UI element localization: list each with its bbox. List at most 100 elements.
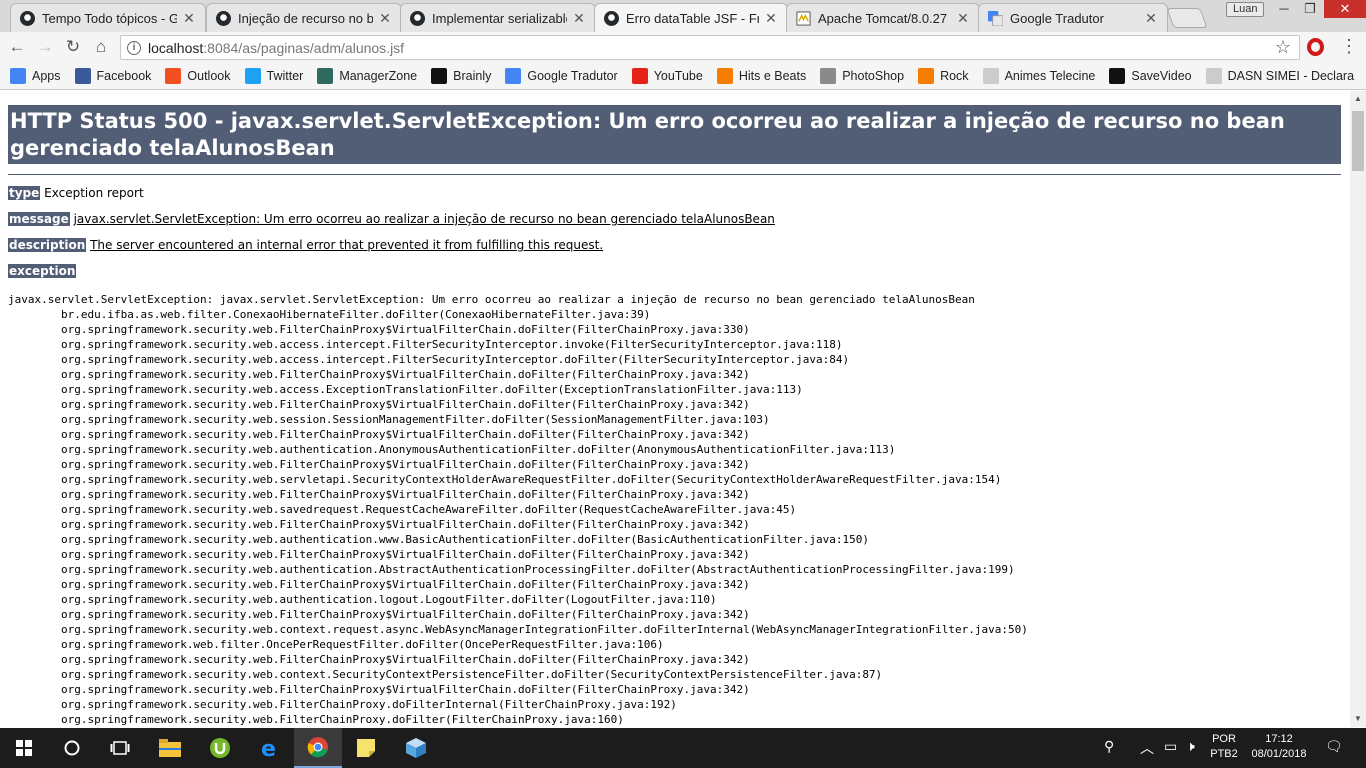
edge-button[interactable]: e [246, 728, 294, 768]
stack-trace-line: br.edu.ifba.as.web.filter.ConexaoHiberna… [8, 308, 651, 321]
bookmark-youtube[interactable]: YouTube [631, 67, 703, 84]
stack-trace-line: org.springframework.security.web.FilterC… [8, 458, 750, 471]
file-explorer-button[interactable] [146, 728, 194, 768]
utorrent-icon [210, 738, 230, 758]
divider [8, 174, 1341, 175]
close-icon[interactable]: ✕ [377, 10, 393, 27]
close-icon[interactable]: ✕ [763, 10, 779, 27]
close-window-icon[interactable]: ✕ [1324, 0, 1366, 18]
managerzone-icon [317, 67, 334, 84]
bookmark-dasn-simei-declara[interactable]: DASN SIMEI - Declara [1205, 67, 1354, 84]
network-icon[interactable]: ▭ [1164, 738, 1177, 755]
youtube-icon [631, 67, 648, 84]
tab-2[interactable]: Injeção de recurso no be ✕ [206, 3, 402, 32]
type-row: type Exception report [8, 186, 144, 200]
bookmark-label: PhotoShop [842, 68, 905, 83]
sticky-notes-button[interactable] [342, 728, 390, 768]
start-button[interactable] [0, 728, 48, 768]
bookmark-photoshop[interactable]: PhotoShop [820, 67, 905, 84]
bookmark-label: SaveVideo [1131, 68, 1192, 83]
windows-taskbar: e ⚲ ︿ ▭ 🕨 POR PTB2 17:12 08/01/2018 🗨 [0, 728, 1366, 768]
profile-button[interactable]: Luan [1226, 2, 1265, 17]
sticky-note-icon [357, 739, 375, 757]
clock-date: 08/01/2018 [1251, 748, 1307, 760]
minimize-icon[interactable]: ─ [1270, 0, 1298, 18]
tab-title: Injeção de recurso no be [238, 10, 373, 26]
description-row: description The server encountered an in… [8, 238, 603, 252]
stack-trace-line: org.springframework.security.web.authent… [8, 563, 1015, 576]
stack-trace-line: org.springframework.security.web.FilterC… [8, 713, 624, 726]
back-icon[interactable]: ← [6, 36, 28, 58]
task-view-icon [110, 741, 130, 755]
language-indicator[interactable]: POR PTB2 [1206, 732, 1242, 762]
close-icon[interactable]: ✕ [571, 10, 587, 27]
address-bar[interactable]: i localhost:8084/as/paginas/adm/alunos.j… [120, 35, 1300, 60]
bookmark-outlook[interactable]: Outlook [165, 67, 231, 84]
stack-trace-line: org.springframework.security.web.FilterC… [8, 428, 750, 441]
reload-icon[interactable]: ↻ [62, 36, 84, 58]
bookmark-rock[interactable]: Rock [918, 67, 969, 84]
type-value: Exception report [44, 186, 144, 200]
stack-trace-line: org.springframework.security.web.FilterC… [8, 518, 750, 531]
url-text[interactable]: localhost:8084/as/paginas/adm/alunos.jsf [148, 40, 404, 56]
stack-trace-line: org.springframework.security.web.FilterC… [8, 653, 750, 666]
stack-trace-line: org.springframework.security.web.authent… [8, 593, 717, 606]
clock[interactable]: 17:12 08/01/2018 [1246, 732, 1312, 762]
restore-icon[interactable]: ❐ [1296, 0, 1324, 18]
utorrent-button[interactable] [196, 728, 244, 768]
tab-title: Apache Tomcat/8.0.27 - [818, 10, 951, 26]
bookmark-google-tradutor[interactable]: Google Tradutor [505, 67, 618, 84]
tab-4[interactable]: Erro dataTable JSF - Fron ✕ [594, 3, 788, 33]
chrome-button[interactable] [294, 728, 342, 768]
bookmark-brainly[interactable]: Brainly [431, 67, 492, 84]
tab-5[interactable]: Apache Tomcat/8.0.27 - ✕ [786, 3, 980, 32]
bookmark-savevideo[interactable]: SaveVideo [1109, 67, 1192, 84]
box-app-button[interactable] [392, 728, 440, 768]
bookmark-label: Brainly [453, 68, 492, 83]
stack-trace-line: javax.servlet.ServletException: javax.se… [8, 293, 975, 306]
bookmark-apps[interactable]: Apps [10, 67, 61, 84]
bookmark-hits-e-beats[interactable]: Hits e Beats [716, 67, 807, 84]
home-icon[interactable]: ⌂ [90, 36, 112, 58]
cortana-button[interactable] [48, 728, 96, 768]
tomcat-icon [795, 10, 811, 26]
tab-3[interactable]: Implementar serializable ✕ [400, 3, 596, 32]
edge-icon: e [261, 737, 276, 759]
close-icon[interactable]: ✕ [955, 10, 971, 27]
bookmark-managerzone[interactable]: ManagerZone [317, 67, 417, 84]
tab-6[interactable]: Google Tradutor ✕ [978, 3, 1168, 32]
scroll-down-icon[interactable]: ▼ [1350, 711, 1366, 727]
stack-trace-line: org.springframework.security.web.FilterC… [8, 578, 750, 591]
scroll-thumb[interactable] [1352, 111, 1364, 171]
chevron-up-icon[interactable]: ︿ [1140, 738, 1154, 758]
facebook-icon [74, 67, 91, 84]
page-scrollbar[interactable]: ▲ ▼ [1350, 91, 1366, 727]
clock-time: 17:12 [1265, 733, 1293, 745]
info-icon[interactable]: i [127, 40, 141, 55]
stack-trace-line: org.springframework.security.web.context… [8, 623, 1028, 636]
bookmark-animes-telecine[interactable]: Animes Telecine [982, 67, 1095, 84]
opera-icon[interactable] [1307, 38, 1324, 56]
description-value: The server encountered an internal error… [90, 238, 604, 252]
notifications-icon[interactable]: 🗨 [1325, 738, 1343, 755]
menu-icon[interactable]: ⋮ [1340, 35, 1358, 57]
close-icon[interactable]: ✕ [1143, 10, 1159, 27]
description-label: description [8, 238, 87, 252]
star-icon[interactable]: ☆ [1275, 37, 1291, 58]
scroll-up-icon[interactable]: ▲ [1350, 91, 1366, 107]
task-view-button[interactable] [96, 728, 144, 768]
cube-icon [406, 738, 426, 758]
forward-icon[interactable]: → [34, 36, 56, 58]
bookmark-twitter[interactable]: Twitter [244, 67, 304, 84]
speaker-muted-icon[interactable]: 🕨 [1186, 738, 1195, 755]
bookmark-label: Hits e Beats [738, 68, 807, 83]
new-tab-button[interactable] [1166, 8, 1208, 28]
bookmark-facebook[interactable]: Facebook [74, 67, 151, 84]
exception-label: exception [8, 264, 77, 278]
close-icon[interactable]: ✕ [181, 10, 197, 27]
stack-trace-line: org.springframework.security.web.access.… [8, 353, 850, 366]
people-icon[interactable]: ⚲ [1104, 738, 1114, 755]
bookmark-label: Twitter [266, 68, 304, 83]
tab-1[interactable]: Tempo Todo tópicos - GU ✕ [10, 3, 206, 32]
tab-title: Erro dataTable JSF - Fron [626, 11, 759, 26]
